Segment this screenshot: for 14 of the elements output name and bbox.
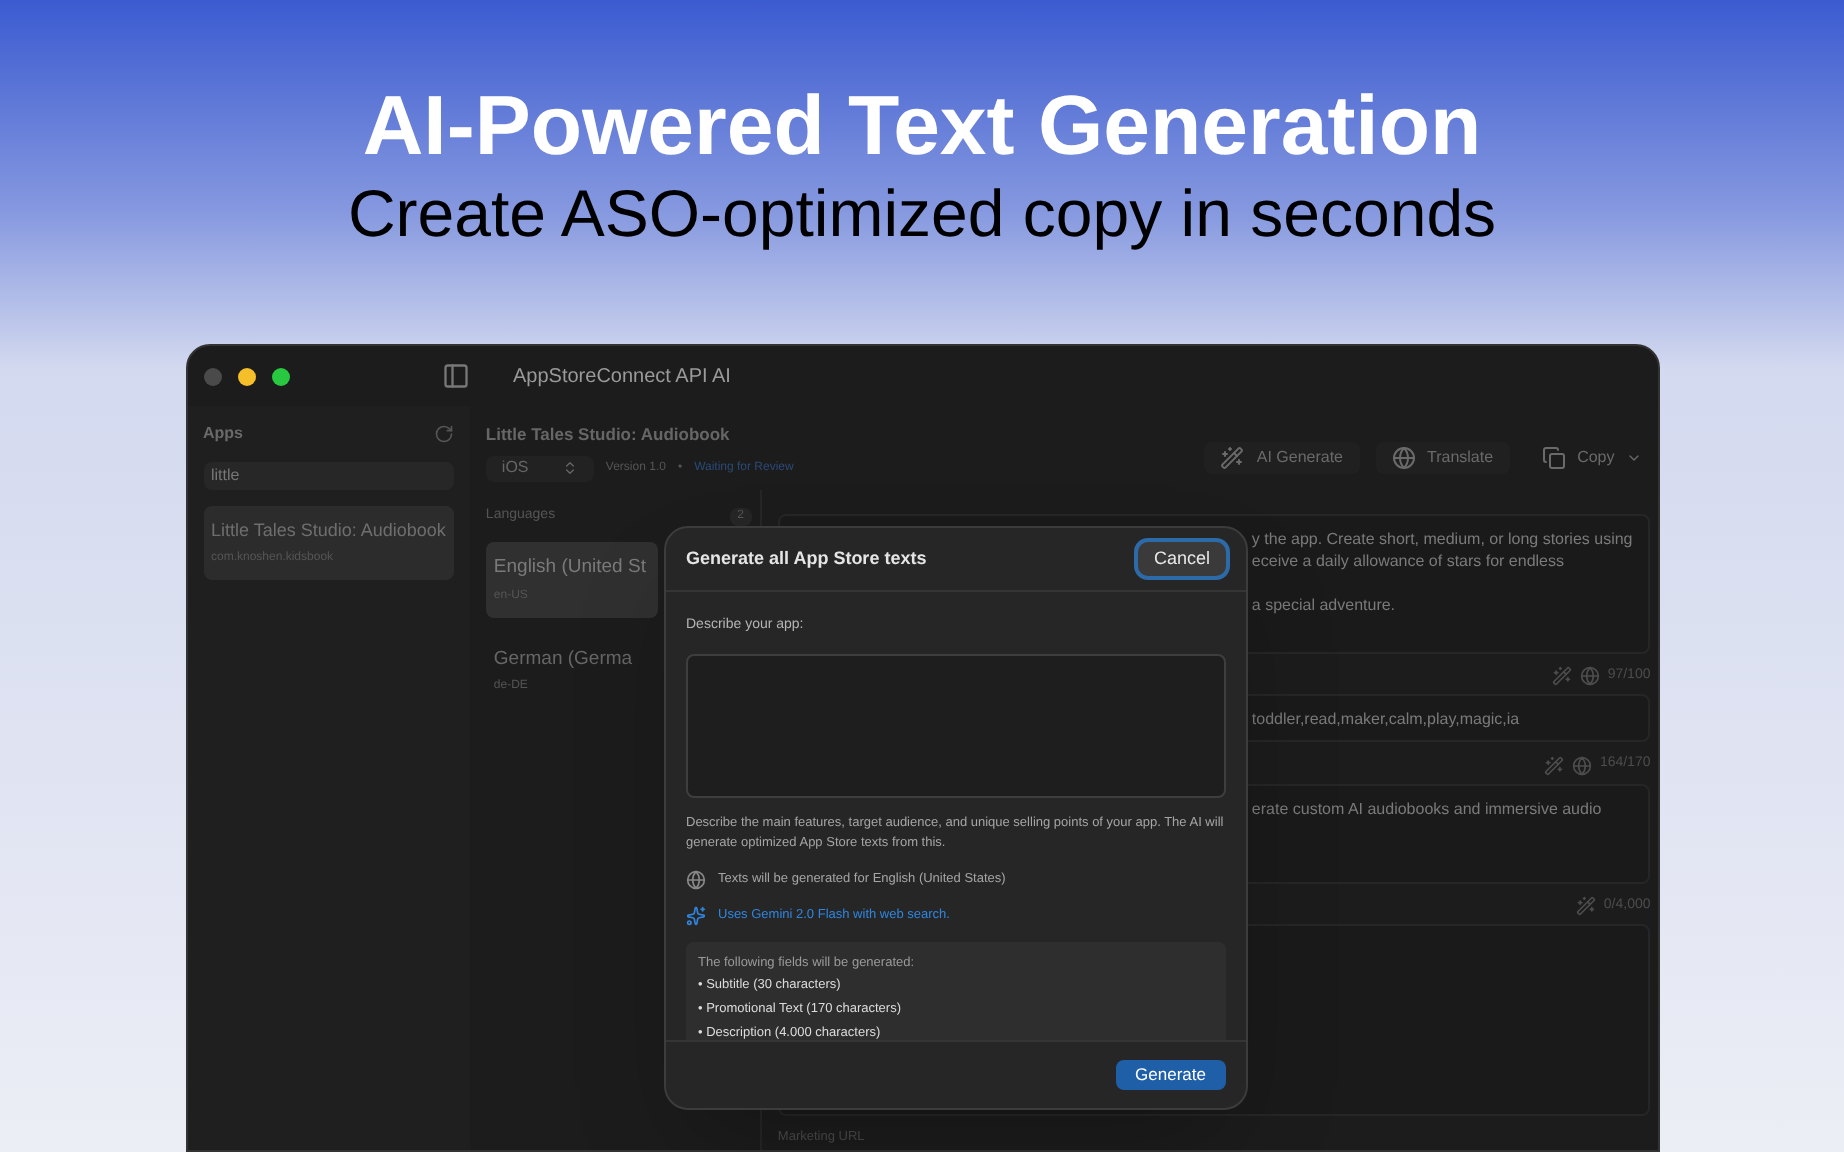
app-title: Little Tales Studio: Audiobook xyxy=(485,422,732,448)
window-title: AppStoreConnect API AI xyxy=(513,363,731,391)
app-name: Little Tales Studio: Audiobook xyxy=(211,518,446,544)
field-text: y the app. Create short, medium, or long stories using xyxy=(1251,527,1633,550)
field-text: eceive a daily allowance of stars for endless xyxy=(1251,549,1567,572)
language-name: German (Germa xyxy=(493,645,635,673)
hero-subtitle: Create ASO-optimized copy in seconds xyxy=(347,174,1497,254)
field-text: a special adventure. xyxy=(1251,593,1398,616)
field-text: toddler,read,maker,calm,play,magic,ia xyxy=(1251,708,1522,731)
field-text: erate custom AI audiobooks and immersive audio xyxy=(1251,797,1604,820)
hero-title: AI-Powered Text Generation xyxy=(362,80,1482,172)
sidebar-heading: Apps xyxy=(203,422,243,446)
dialog-title: Generate all App Store texts xyxy=(686,545,927,572)
language-name: English (United St xyxy=(493,554,648,583)
